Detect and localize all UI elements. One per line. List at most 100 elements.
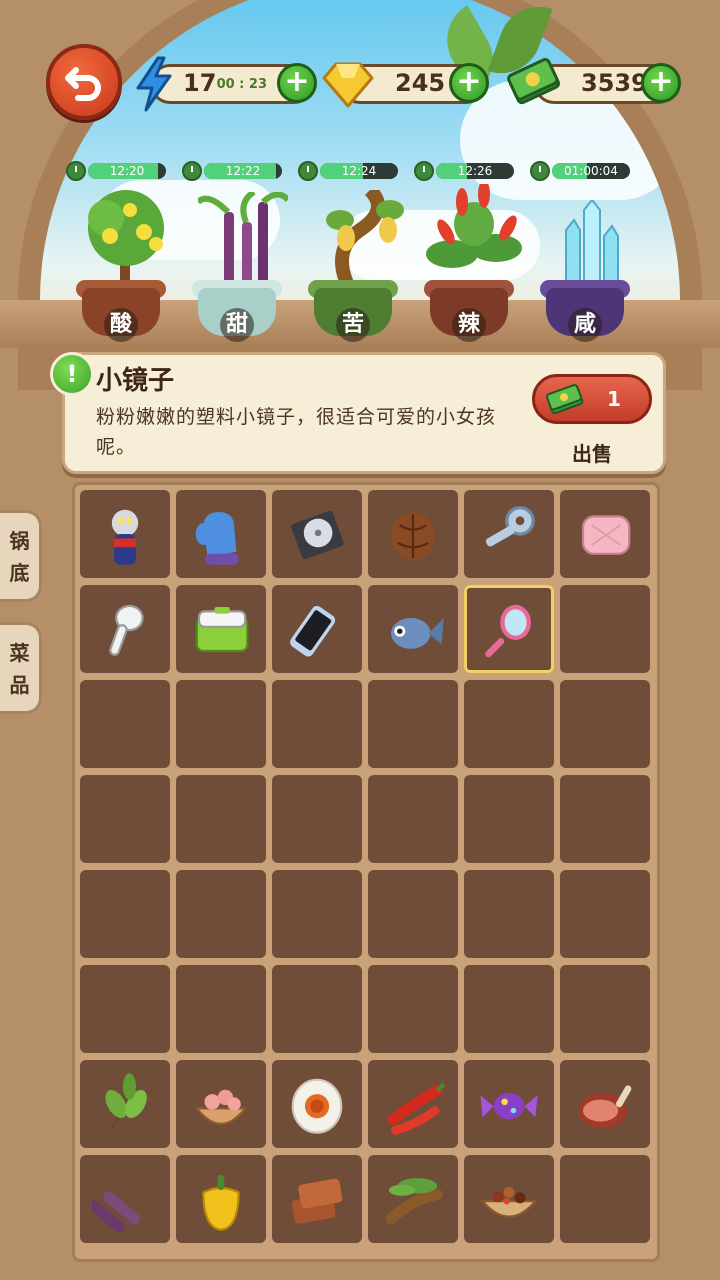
plant-timer: 12:26: [414, 160, 514, 182]
blue-mitten-icon: [176, 490, 266, 578]
inventory-slot-empty: [80, 870, 170, 958]
inventory-slot-empty: [560, 1155, 650, 1243]
walnut-icon: [368, 490, 458, 578]
inventory-slot-spice-bowl[interactable]: [464, 1155, 554, 1243]
inventory-slot-empty: [176, 680, 266, 768]
plant-timer: 12:22: [182, 160, 282, 182]
add-cash-button[interactable]: +: [641, 63, 681, 103]
inventory-slot-empty: [464, 680, 554, 768]
inventory-slot-empty: [464, 870, 554, 958]
plant-timer: 12:24: [298, 160, 398, 182]
inventory-slot-lunch-box[interactable]: [176, 585, 266, 673]
salt-crystal-icon: [565, 200, 619, 290]
tea-leaves-icon: [80, 1060, 170, 1148]
inventory-slot-red-chili[interactable]: [368, 1060, 458, 1148]
gem-value: 245: [395, 69, 446, 97]
inventory-slot-tamarind[interactable]: [368, 1155, 458, 1243]
ham-leg-icon: [560, 1060, 650, 1148]
info-badge-icon: !: [50, 352, 94, 396]
plant-label: 甜: [220, 308, 254, 342]
inventory-slot-blue-mitten[interactable]: [176, 490, 266, 578]
inventory-slot-tofu-slices[interactable]: [272, 1155, 362, 1243]
plant-bitter[interactable]: 12:24 苦: [298, 160, 410, 342]
plant-label: 咸: [568, 308, 602, 342]
key-icon: [464, 490, 554, 578]
smartphone-icon: [272, 585, 362, 673]
inventory-slot-earbud[interactable]: [80, 585, 170, 673]
sugarcane-icon: [80, 1155, 170, 1243]
inventory-grid: [80, 490, 654, 1254]
tab-dishes[interactable]: 菜品: [0, 622, 42, 714]
inventory-slot-ham-leg[interactable]: [560, 1060, 650, 1148]
sell-label[interactable]: 出售: [572, 438, 612, 467]
plant-spicy[interactable]: 12:26 辣: [414, 160, 526, 342]
inventory-slot-walnut[interactable]: [368, 490, 458, 578]
back-arrow-icon: [65, 67, 101, 101]
sell-price: 1: [607, 387, 621, 411]
add-energy-button[interactable]: +: [277, 63, 317, 103]
inventory-slot-shrimp-bowl[interactable]: [176, 1060, 266, 1148]
plant-salty[interactable]: 01:00:04 咸: [530, 160, 642, 342]
clock-icon: [530, 161, 550, 181]
inventory-slot-pink-pillow[interactable]: [560, 490, 650, 578]
plant-sweet[interactable]: 12:22 甜: [182, 160, 294, 342]
timer-text: 12:22: [225, 164, 261, 178]
item-description: 粉粉嫩嫩的塑料小镜子，很适合可爱的小女孩呢。: [96, 406, 497, 458]
inventory-slot-empty: [560, 775, 650, 863]
back-button[interactable]: [46, 44, 122, 120]
inventory-slot-key[interactable]: [464, 490, 554, 578]
bitter-melon-plant-icon: [326, 190, 404, 290]
chili-plant-icon: [426, 184, 522, 268]
sell-button[interactable]: 1: [532, 374, 652, 424]
inventory-slot-empty: [560, 680, 650, 768]
inventory-slot-empty: [176, 775, 266, 863]
pink-pillow-icon: [560, 490, 650, 578]
inventory-slot-empty: [368, 870, 458, 958]
clock-icon: [66, 161, 86, 181]
add-gems-button[interactable]: +: [449, 63, 489, 103]
inventory-slot-empty: [560, 870, 650, 958]
sugarcane-plant-icon: [198, 192, 288, 292]
inventory-slot-empty: [176, 965, 266, 1053]
inventory-slot-sugarcane[interactable]: [80, 1155, 170, 1243]
gem-icon: [322, 62, 374, 108]
inventory-slot-empty: [368, 775, 458, 863]
inventory-slot-smartphone[interactable]: [272, 585, 362, 673]
plant-timer: 01:00:04: [530, 160, 630, 182]
inventory-slot-fish[interactable]: [368, 585, 458, 673]
inventory-slot-ultraman-figure[interactable]: [80, 490, 170, 578]
inventory-slot-pink-mirror[interactable]: [464, 585, 554, 673]
inventory-slot-empty: [272, 965, 362, 1053]
clock-icon: [414, 161, 434, 181]
timer-text: 01:00:04: [564, 164, 618, 178]
inventory-slot-tea-leaves[interactable]: [80, 1060, 170, 1148]
tab-pot-base[interactable]: 锅底: [0, 510, 42, 602]
item-name: 小镜子: [96, 366, 175, 396]
inventory-slot-yellow-pepper[interactable]: [176, 1155, 266, 1243]
tab-label: 锅底: [9, 529, 30, 585]
inventory-slot-salted-egg[interactable]: [272, 1060, 362, 1148]
red-chili-icon: [368, 1060, 458, 1148]
inventory-slot-empty: [176, 870, 266, 958]
clock-icon: [182, 161, 202, 181]
inventory-slot-empty: [272, 870, 362, 958]
inventory-slot-empty: [272, 680, 362, 768]
timer-text: 12:26: [457, 164, 493, 178]
inventory-slot-purple-candy[interactable]: [464, 1060, 554, 1148]
inventory-slot-empty: [80, 965, 170, 1053]
plant-label: 辣: [452, 308, 486, 342]
pink-mirror-icon: [464, 585, 554, 673]
inventory-slot-empty: [464, 965, 554, 1053]
fish-icon: [368, 585, 458, 673]
inventory-slot-cd-case[interactable]: [272, 490, 362, 578]
clock-icon: [298, 161, 318, 181]
tab-label: 菜品: [9, 641, 30, 697]
spice-bowl-icon: [464, 1155, 554, 1243]
earbud-icon: [80, 585, 170, 673]
purple-candy-icon: [464, 1060, 554, 1148]
plant-sour[interactable]: 12:20 酸: [66, 160, 178, 342]
plant-timer: 12:20: [66, 160, 166, 182]
cd-case-icon: [272, 490, 362, 578]
inventory-slot-empty: [272, 775, 362, 863]
inventory-slot-empty: [368, 965, 458, 1053]
